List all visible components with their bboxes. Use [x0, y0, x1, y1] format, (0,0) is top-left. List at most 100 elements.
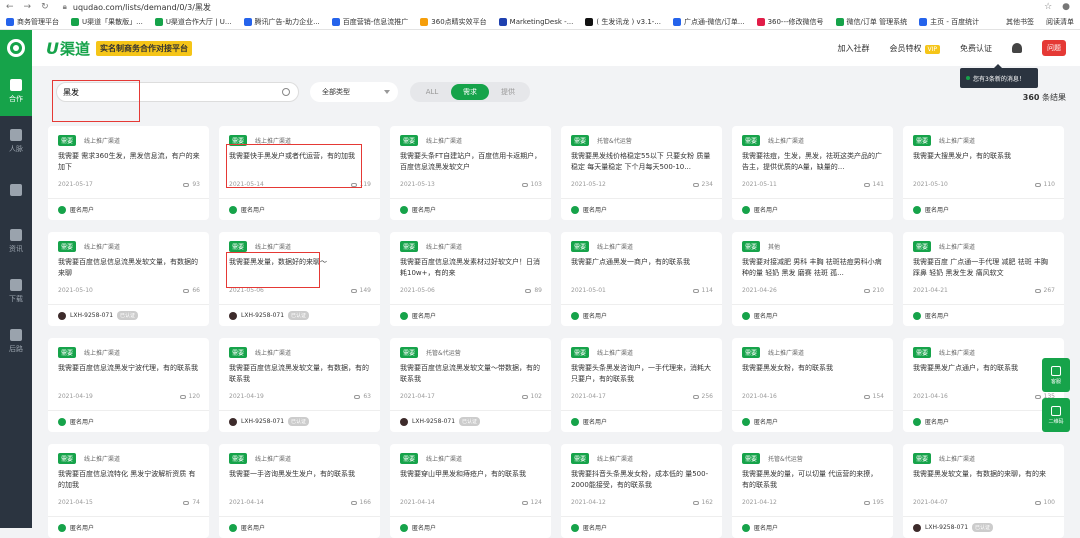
segment-2[interactable]: 提供: [489, 84, 527, 100]
user-name[interactable]: LXH-9258-071: [241, 418, 284, 425]
bookmark-item[interactable]: 腾讯广告-助力企业...: [238, 17, 326, 27]
user-name[interactable]: 匿名用户: [412, 311, 436, 320]
member-privilege-link[interactable]: 会员特权 VIP: [890, 43, 940, 54]
card-description[interactable]: 我需要百度信息信息流黑发软文量，有数据的来聊: [58, 257, 200, 279]
user-name[interactable]: 匿名用户: [925, 311, 949, 320]
card-description[interactable]: 我需要黑发的量，可以切量 代运营的来撩，有的联系我: [742, 469, 884, 491]
profile-icon[interactable]: ●: [1062, 2, 1070, 12]
card-description[interactable]: 我需要大搜黑发户，有的联系我: [913, 151, 1055, 173]
demand-card[interactable]: 需要 托管&代运营 我需要百度信息流黑发软文量～带数据，有的联系我 2021-04-1…: [390, 338, 551, 432]
demand-card[interactable]: 需要 托管&代运营 我需要黑发线价格稳定55以下 只要女粉 质量稳定 每天量稳定 下…: [561, 126, 722, 220]
float-qrcode-button[interactable]: 二维码: [1042, 398, 1070, 432]
card-description[interactable]: 我需要广点通黑发一商户，有的联系我: [571, 257, 713, 279]
demand-card[interactable]: 需要 线上推广渠道 我需要大搜黑发户，有的联系我 2021-05-10 110 匿名用户: [903, 126, 1064, 220]
segment-1[interactable]: 需求: [451, 84, 489, 100]
user-name[interactable]: 匿名用户: [583, 311, 607, 320]
demand-card[interactable]: 需要 线上推广渠道 我需要百度信息流黑发软文量，有数据，有的联系我 2021-04-1…: [219, 338, 380, 432]
demand-card[interactable]: 需要 其他 我需要对接减肥 男科 丰胸 祛斑祛痘男科小病种的量 轻奶 黑发 磨赛 祛…: [732, 232, 893, 326]
bookmark-item[interactable]: 百度营销-信息流推广: [326, 17, 415, 27]
card-description[interactable]: 我需要头条黑发咨询户，一手代理来，消耗大只要户，有的联系我: [571, 363, 713, 385]
card-description[interactable]: 我需要百度 广点通一手代理 减肥 祛斑 丰胸 踩鼻 轻奶 黑发生发 痛风软文: [913, 257, 1055, 279]
demand-card[interactable]: 需要 托管&代运营 我需要黑发的量，可以切量 代运营的来撩，有的联系我 2021-04…: [732, 444, 893, 538]
user-name[interactable]: 匿名用户: [754, 311, 778, 320]
card-description[interactable]: 我需要百度信息流黑发软文量，有数据，有的联系我: [229, 363, 371, 385]
demand-card[interactable]: 需要 线上推广渠道 我需要头条黑发咨询户，一手代理来，消耗大只要户，有的联系我 202…: [561, 338, 722, 432]
demand-card[interactable]: 需要 线上推广渠道 我需要黑发软文量，有数据的来聊，有的来 2021-04-07 100…: [903, 444, 1064, 538]
bookmark-item[interactable]: 商务管理平台: [0, 17, 65, 27]
card-description[interactable]: 我需要祛痘，生发，黑发，祛斑这类产品的广告主，提供优质的A量，缺量的...: [742, 151, 884, 173]
sidebar-item[interactable]: 下载: [0, 266, 32, 316]
demand-card[interactable]: 需要 线上推广渠道 我需要百度信息流特化 黑发宁波解析资质 有的加我 2021-04-…: [48, 444, 209, 538]
join-community-link[interactable]: 加入社群: [838, 43, 870, 54]
card-description[interactable]: 我需要黑发软文量，有数据的来聊，有的来: [913, 469, 1055, 491]
card-description[interactable]: 我需要百度信息流黑发素材过好软文户！日消耗10w+，有的来: [400, 257, 542, 279]
user-name[interactable]: LXH-9258-071: [241, 312, 284, 319]
sidebar-item[interactable]: 人脉: [0, 116, 32, 166]
card-description[interactable]: 我需要黑发线价格稳定55以下 只要女粉 质量稳定 每天量稳定 下个月每天500-…: [571, 151, 713, 173]
demand-card[interactable]: 需要 线上推广渠道 我需要穿山甲黑发和痔疮户，有的联系我 2021-04-14 124 匿…: [390, 444, 551, 538]
bookmark-item[interactable]: U渠道合作大厅 | U...: [149, 17, 238, 27]
card-description[interactable]: 我需要百度信息流黑发软文量～带数据，有的联系我: [400, 363, 542, 385]
demand-card[interactable]: 需要 线上推广渠道 我需要百度 广点通一手代理 减肥 祛斑 丰胸 踩鼻 轻奶 黑发生…: [903, 232, 1064, 326]
demand-card[interactable]: 需要 线上推广渠道 我需要黑发广点通户，有的联系我 2021-04-16 135 匿名用户: [903, 338, 1064, 432]
star-icon[interactable]: ☆: [1044, 2, 1052, 12]
bell-icon[interactable]: [1012, 43, 1022, 53]
demand-card[interactable]: 需要 线上推广渠道 我需要头条FT自建站户，百度信用卡返期户，百度信息流黑发软文户 2…: [390, 126, 551, 220]
demand-card[interactable]: 需要 线上推广渠道 我需要百度信息流黑发宁波代理，有的联系我 2021-04-19 12…: [48, 338, 209, 432]
demand-card[interactable]: 需要 线上推广渠道 我需要 需求360生发，黑发信息流，有户的来加下 2021-05-…: [48, 126, 209, 220]
demand-card[interactable]: 需要 线上推广渠道 我需要广点通黑发一商户，有的联系我 2021-05-01 114 匿名…: [561, 232, 722, 326]
card-description[interactable]: 我需要头条FT自建站户，百度信用卡返期户，百度信息流黑发软文户: [400, 151, 542, 173]
bookmark-item[interactable]: ( 生发讯龙 ) v3.1-...: [579, 17, 667, 27]
bookmark-item[interactable]: 主页 - 百度统计: [913, 17, 985, 27]
user-name[interactable]: 匿名用户: [754, 205, 778, 214]
user-name[interactable]: LXH-9258-071: [412, 418, 455, 425]
forward-icon[interactable]: →: [24, 2, 32, 12]
user-name[interactable]: 匿名用户: [70, 417, 94, 426]
user-name[interactable]: 匿名用户: [925, 417, 949, 426]
demand-card[interactable]: 需要 线上推广渠道 我需要黑发女粉，有的联系我 2021-04-16 154 匿名用户: [732, 338, 893, 432]
bookmark-folder[interactable]: 其他书签: [1000, 17, 1040, 27]
bookmark-item[interactable]: U渠道「果散版」...: [65, 17, 149, 27]
bookmark-folder[interactable]: 阅读清单: [1040, 17, 1080, 27]
bookmark-item[interactable]: 360点睛实效平台: [414, 17, 492, 27]
card-description[interactable]: 我需要百度信息流黑发宁波代理，有的联系我: [58, 363, 200, 385]
sidebar-item[interactable]: 后路: [0, 316, 32, 366]
bookmark-item[interactable]: MarketingDesk -...: [493, 17, 580, 26]
card-description[interactable]: 我需要百度信息流特化 黑发宁波解析资质 有的加我: [58, 469, 200, 491]
card-description[interactable]: 我需要黑发女粉，有的联系我: [742, 363, 884, 385]
user-name[interactable]: 匿名用户: [70, 205, 94, 214]
user-name[interactable]: LXH-9258-071: [70, 312, 113, 319]
user-name[interactable]: 匿名用户: [241, 205, 265, 214]
card-description[interactable]: 我需要抖音头条黑发女粉，成本低的 量500-2000能接受，有的联系我: [571, 469, 713, 491]
bookmark-item[interactable]: 360---修改微信号: [751, 17, 830, 27]
bookmark-item[interactable]: 微信/订单 管理系统: [830, 17, 914, 27]
float-service-button[interactable]: 客服: [1042, 358, 1070, 392]
demand-card[interactable]: 需要 线上推广渠道 我需要抖音头条黑发女粉，成本低的 量500-2000能接受，有的…: [561, 444, 722, 538]
free-cert-link[interactable]: 免费认证: [960, 43, 992, 54]
reload-icon[interactable]: ↻: [41, 2, 49, 12]
card-description[interactable]: 我需要对接减肥 男科 丰胸 祛斑祛痘男科小病种的量 轻奶 黑发 磨赛 祛斑 孤.…: [742, 257, 884, 279]
avatar[interactable]: 问题: [1042, 40, 1066, 56]
demand-card[interactable]: 需要 线上推广渠道 我需要百度信息流黑发素材过好软文户！日消耗10w+，有的来 202…: [390, 232, 551, 326]
back-icon[interactable]: ←: [6, 2, 14, 12]
sidebar-item[interactable]: 资讯: [0, 216, 32, 266]
segment-0[interactable]: ALL: [413, 84, 451, 100]
sidebar-item[interactable]: 合作: [0, 66, 32, 116]
user-name[interactable]: 匿名用户: [754, 417, 778, 426]
demand-card[interactable]: 需要 线上推广渠道 我需要一手咨询黑发生发户，有的联系我 2021-04-14 166 匿…: [219, 444, 380, 538]
bookmark-item[interactable]: 广点通-微信/订单...: [667, 17, 751, 27]
user-name[interactable]: 匿名用户: [583, 417, 607, 426]
card-description[interactable]: 我需要穿山甲黑发和痔疮户，有的联系我: [400, 469, 542, 491]
user-name[interactable]: 匿名用户: [925, 205, 949, 214]
user-name[interactable]: 匿名用户: [583, 205, 607, 214]
demand-card[interactable]: 需要 线上推广渠道 我需要祛痘，生发，黑发，祛斑这类产品的广告主，提供优质的A量，缺…: [732, 126, 893, 220]
url-text[interactable]: uqudao.com/lists/demand/0/3/黑发: [73, 2, 211, 13]
sidebar-item[interactable]: [0, 166, 32, 216]
brand-logo[interactable]: U 渠道 实名制商务合作对接平台: [46, 38, 193, 59]
card-description[interactable]: 我需要一手咨询黑发生发户，有的联系我: [229, 469, 371, 491]
user-name[interactable]: 匿名用户: [412, 205, 436, 214]
logo-icon[interactable]: [0, 30, 32, 66]
demand-card[interactable]: 需要 线上推广渠道 我需要百度信息信息流黑发软文量，有数据的来聊 2021-05-10…: [48, 232, 209, 326]
search-icon[interactable]: [282, 88, 290, 96]
card-description[interactable]: 我需要黑发广点通户，有的联系我: [913, 363, 1055, 385]
